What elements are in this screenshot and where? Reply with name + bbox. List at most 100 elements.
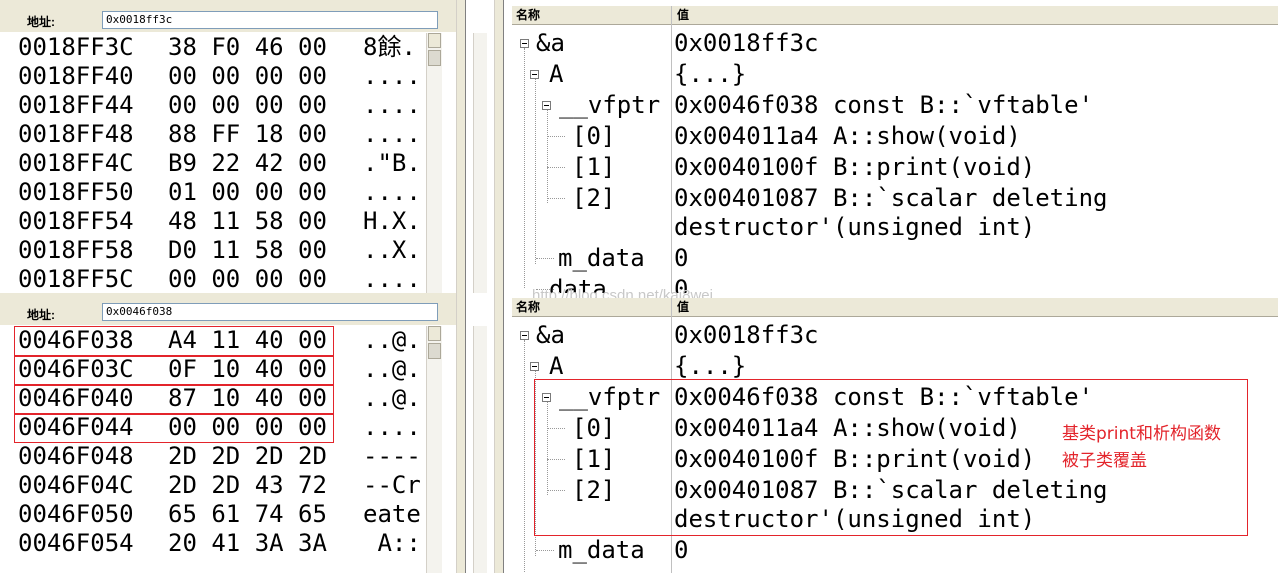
collapse-toggle-icon[interactable] [542, 101, 551, 110]
memory-bytes: 00 00 00 00 [168, 62, 327, 90]
annotation-line-2: 被子类覆盖 [1062, 451, 1147, 471]
memory-window-top: 地址: 0x0018ff3c 0018FF3C 38 F0 46 00 8餘. 001… [0, 0, 456, 293]
tree-guide-line [524, 340, 525, 573]
memory-ascii: 8餘. [363, 33, 416, 61]
memory-ascii: A:: [363, 529, 421, 557]
scroll-up-button[interactable] [428, 33, 441, 48]
watch-name: [0] [572, 122, 616, 150]
memory-ascii: ..X. [363, 236, 421, 264]
watch-value: 0x0018ff3c [674, 29, 819, 57]
watch-row[interactable]: A {...} [512, 351, 1278, 382]
memory-bytes: 01 00 00 00 [168, 178, 327, 206]
memory-outer-scrollbar-top[interactable] [473, 33, 487, 293]
memory-scrollbar[interactable] [426, 326, 442, 573]
address-label: 地址: [27, 308, 55, 322]
pane-splitter-bottom-left[interactable] [456, 293, 466, 573]
annotation-note: 基类print和析构函数 被子类覆盖 [1062, 421, 1221, 475]
memory-address: 0018FF5C [18, 265, 134, 293]
column-name-header[interactable]: 名称 [516, 6, 540, 24]
tree-guide-line [524, 48, 525, 288]
memory-ascii: .... [363, 265, 421, 293]
memory-ascii: ..@. [363, 384, 421, 412]
tree-connector [536, 550, 554, 551]
watch-row[interactable]: [1] 0x0040100f B::print(void) [512, 152, 1278, 183]
memory-ascii: .... [363, 62, 421, 90]
watch-name: A [549, 60, 564, 88]
memory-bytes: 65 61 74 65 [168, 500, 327, 528]
scroll-thumb[interactable] [428, 343, 441, 359]
memory-address: 0018FF40 [18, 62, 134, 90]
tree-connector [547, 167, 565, 168]
collapse-toggle-icon[interactable] [530, 70, 539, 79]
column-value-header[interactable]: 值 [677, 298, 689, 316]
memory-bytes: 2D 2D 2D 2D [168, 442, 327, 470]
memory-ascii: ..@. [363, 326, 421, 354]
watch-column-header: 名称 值 [512, 6, 1278, 25]
watch-value: 0x0040100f B::print(void) [674, 153, 1036, 181]
tree-guide-line [547, 110, 548, 203]
column-value-header[interactable]: 值 [677, 6, 689, 24]
watch-value: {...} [674, 60, 747, 88]
watch-row[interactable]: [0] 0x004011a4 A::show(void) [512, 121, 1278, 152]
memory-address: 0018FF50 [18, 178, 134, 206]
memory-ascii: H.X. [363, 207, 421, 235]
memory-bytes: 48 11 58 00 [168, 207, 327, 235]
memory-ascii: ---- [363, 442, 421, 470]
memory-address: 0018FF58 [18, 236, 134, 264]
memory-address: 0046F048 [18, 442, 134, 470]
address-input[interactable]: 0x0018ff3c [102, 11, 438, 29]
address-input[interactable]: 0x0046f038 [102, 303, 438, 321]
pane-splitter-bottom-right[interactable] [494, 293, 504, 573]
watch-row[interactable]: &a 0x0018ff3c [512, 320, 1278, 351]
watch-name: &a [536, 321, 565, 349]
memory-bytes: 88 FF 18 00 [168, 120, 327, 148]
collapse-toggle-icon[interactable] [530, 362, 539, 371]
collapse-toggle-icon[interactable] [520, 331, 529, 340]
tree-guide-line [535, 79, 536, 264]
memory-bytes: 20 41 3A 3A [168, 529, 327, 557]
watch-row[interactable]: __vfptr 0x0046f038 const B::`vftable' [512, 90, 1278, 121]
scroll-thumb[interactable] [428, 50, 441, 66]
vftable-memory-highlight-4 [14, 414, 334, 443]
memory-address: 0018FF54 [18, 207, 134, 235]
address-label: 地址: [27, 15, 55, 29]
watch-name: [1] [572, 153, 616, 181]
memory-scrollbar[interactable] [426, 33, 442, 293]
watch-name: A [549, 352, 564, 380]
memory-ascii: .... [363, 91, 421, 119]
watch-name: &a [536, 29, 565, 57]
pane-splitter-top-right[interactable] [494, 0, 504, 293]
memory-ascii: .... [363, 120, 421, 148]
memory-address: 0046F050 [18, 500, 134, 528]
watch-value: 0x00401087 B::`scalar deleting [674, 184, 1108, 212]
vftable-memory-highlight-3 [14, 385, 334, 414]
memory-content: 0018FF3C 38 F0 46 00 8餘. 0018FF40 00 00 00 0… [16, 33, 426, 293]
collapse-toggle-icon[interactable] [520, 39, 529, 48]
memory-bytes: 00 00 00 00 [168, 265, 327, 293]
watch-row[interactable]: A {...} [512, 59, 1278, 90]
memory-address: 0046F054 [18, 529, 134, 557]
memory-ascii: .... [363, 413, 421, 441]
column-name-header[interactable]: 名称 [516, 298, 540, 316]
tree-connector [547, 136, 565, 137]
watch-row[interactable]: &a 0x0018ff3c [512, 28, 1278, 59]
watch-name: __vfptr [559, 91, 661, 119]
watch-name: [2] [572, 184, 616, 212]
tree-connector [547, 198, 565, 199]
tree-connector [536, 258, 554, 259]
vftable-memory-highlight-2 [14, 356, 334, 385]
memory-ascii: ..@. [363, 355, 421, 383]
scroll-up-button[interactable] [428, 326, 441, 341]
watch-row[interactable]: m_data 0 [512, 243, 1278, 274]
pane-splitter-top-left[interactable] [456, 0, 466, 293]
memory-address: 0018FF44 [18, 91, 134, 119]
memory-address: 0046F04C [18, 471, 134, 499]
watch-row[interactable]: [2] 0x00401087 B::`scalar deleting destruc… [512, 183, 1278, 241]
memory-address: 0018FF48 [18, 120, 134, 148]
memory-address: 0018FF3C [18, 33, 134, 61]
watch-value: 0 [674, 244, 689, 272]
watch-name: m_data [558, 536, 645, 564]
watch-value: 0 [674, 536, 689, 564]
memory-outer-scrollbar-bottom[interactable] [473, 326, 487, 573]
watch-row[interactable]: m_data 0 [512, 535, 1278, 566]
